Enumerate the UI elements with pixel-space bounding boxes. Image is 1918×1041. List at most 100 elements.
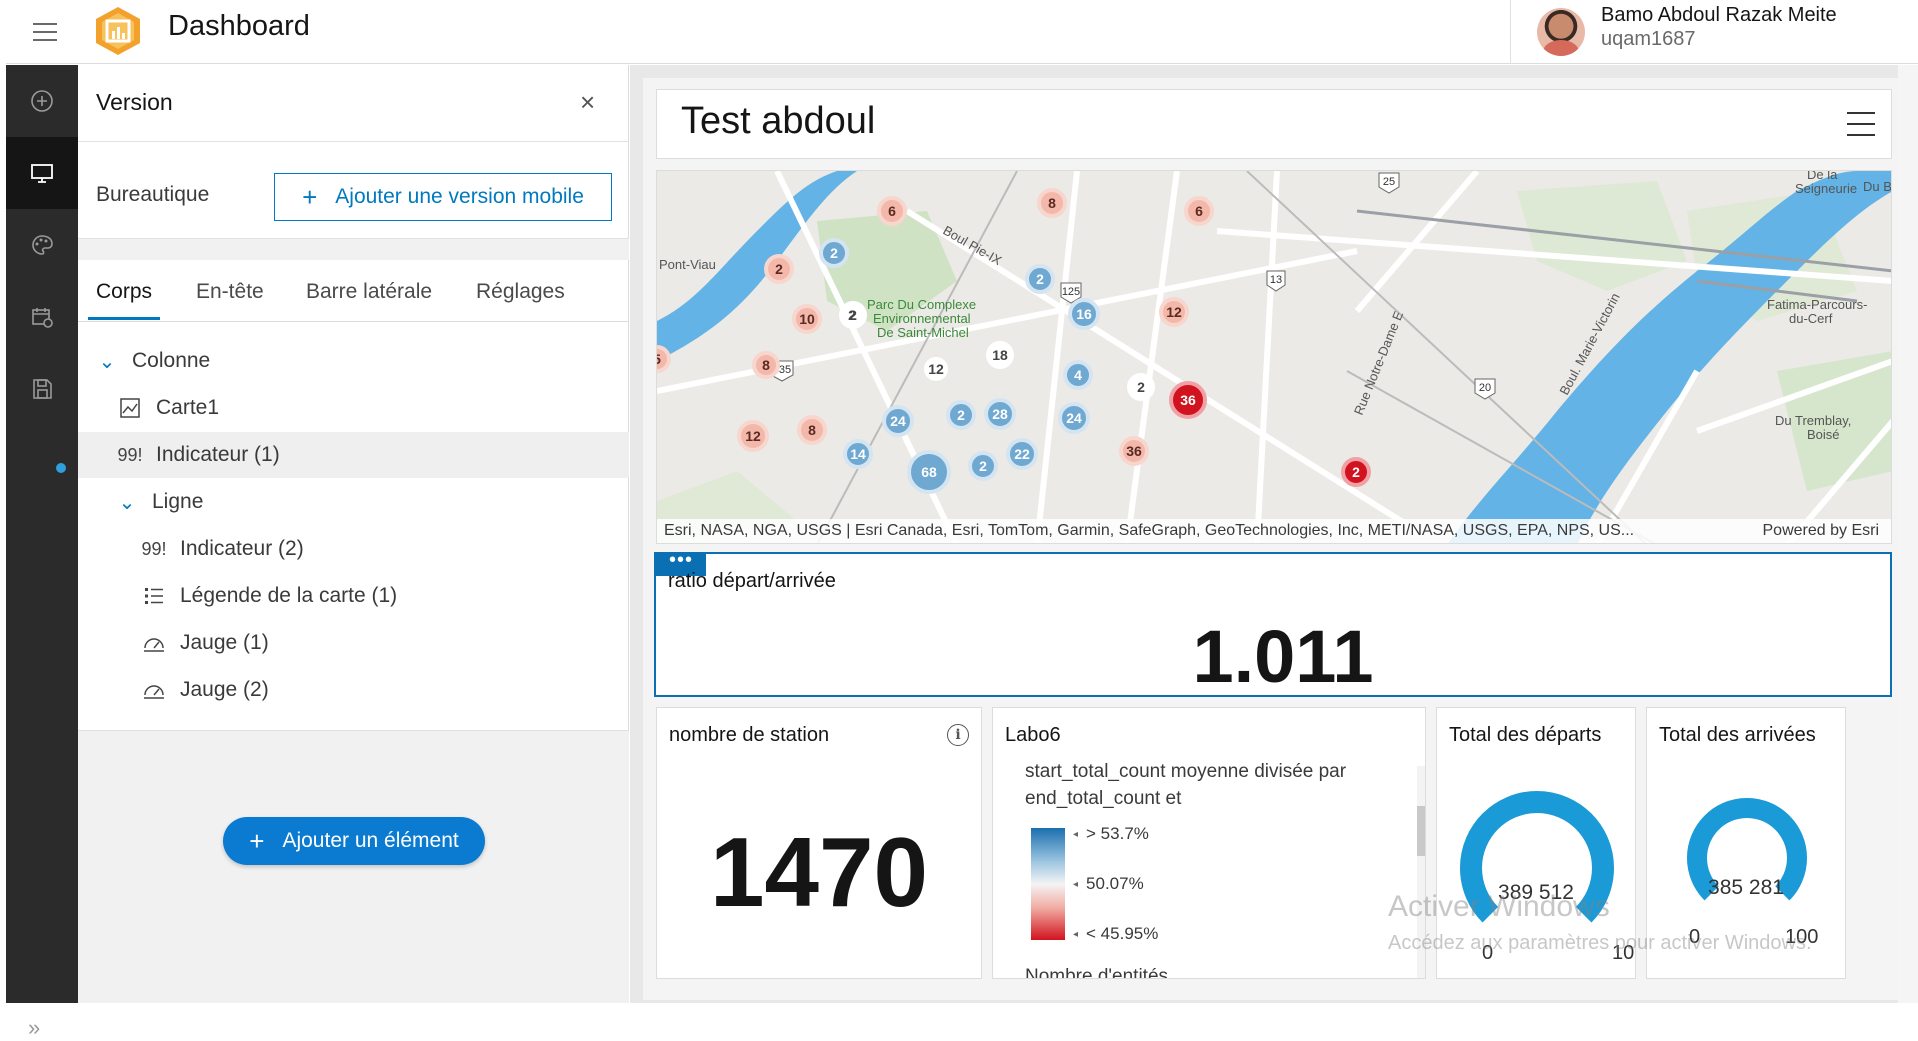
scrollbar[interactable] — [1898, 65, 1918, 1003]
expand-rail-icon[interactable]: » — [28, 1015, 40, 1041]
close-icon[interactable]: × — [580, 87, 595, 118]
map-cluster-count: 28 — [992, 406, 1008, 422]
map-cluster-count: 12 — [745, 428, 761, 444]
map-cluster-count: 22 — [1014, 446, 1030, 462]
add-mobile-version-button[interactable]: + Ajouter une version mobile — [274, 173, 612, 221]
tree-item-jauge-1[interactable]: Jauge (1) — [78, 620, 629, 666]
map-legend-widget[interactable]: Labo6 start_total_count moyenne divisée … — [992, 707, 1426, 979]
map-cluster-count: 6 — [888, 203, 896, 219]
rail-save-button[interactable] — [6, 353, 78, 425]
legend-label-low: < 45.95% — [1073, 924, 1158, 944]
header-menu-icon[interactable] — [1847, 112, 1875, 136]
indicator-value: 1.011 — [1192, 615, 1374, 698]
windows-activation-watermark-detail: Accédez aux paramètres pour activer Wind… — [1388, 932, 1812, 954]
highway-shield: 13 — [1270, 274, 1282, 286]
map-icon — [116, 397, 144, 419]
tree-item-colonne[interactable]: ⌄ Colonne — [78, 338, 629, 384]
map-label: Du Tremblay, — [1775, 413, 1851, 428]
menu-icon[interactable] — [30, 18, 60, 46]
tab-barre-laterale[interactable]: Barre latérale — [306, 280, 432, 304]
map-label: De Saint-Michel — [877, 325, 969, 340]
scrollbar-thumb[interactable] — [1417, 806, 1425, 856]
powered-by-esri[interactable]: Powered by Esri — [1763, 522, 1880, 540]
stations-indicator-widget[interactable]: nombre de station i 1470 — [656, 707, 982, 979]
add-element-button[interactable]: + Ajouter un élément — [223, 817, 485, 865]
gauge-icon — [140, 679, 168, 701]
add-element-label: Ajouter un élément — [282, 829, 459, 852]
dashboard-title: Test abdoul — [681, 100, 876, 142]
map-cluster-count: 18 — [992, 347, 1008, 363]
dashboard-logo-icon — [96, 7, 140, 55]
plus-icon: + — [249, 826, 265, 856]
tree-item-label: Indicateur (1) — [156, 443, 280, 466]
plus-icon: + — [302, 182, 318, 212]
version-panel: Version × Bureautique + Ajouter une vers… — [78, 65, 629, 1003]
highway-shield: 20 — [1479, 382, 1491, 394]
tab-corps[interactable]: Corps — [96, 280, 152, 304]
map-cluster-count: 16 — [1076, 306, 1092, 322]
map-cluster-count: 8 — [762, 357, 770, 373]
map-label: Seigneurie — [1795, 181, 1857, 196]
app-title: Dashboard — [168, 10, 310, 42]
add-circle-icon — [31, 90, 53, 112]
map-cluster-count: 2 — [979, 458, 987, 474]
palette-icon — [32, 235, 53, 255]
legend-color-ramp — [1031, 828, 1065, 940]
indicator-value: 1470 — [709, 817, 928, 927]
rail-add-button[interactable] — [6, 65, 78, 137]
tree-item-carte1[interactable]: Carte1 — [78, 385, 629, 431]
tree-item-label: Jauge (2) — [180, 678, 269, 701]
tree-item-ligne[interactable]: ⌄ Ligne — [78, 479, 629, 525]
panel-title: Version — [96, 89, 173, 115]
left-rail: » — [6, 65, 78, 1040]
map-cluster-count: 12 — [928, 361, 944, 377]
tree-item-label: Colonne — [132, 349, 211, 372]
tree-item-legende[interactable]: Légende de la carte (1) — [78, 573, 629, 619]
save-icon — [33, 379, 52, 399]
indicator-title: nombre de station — [669, 724, 830, 746]
map-cluster-count: 8 — [808, 422, 816, 438]
rail-layout-button[interactable] — [6, 137, 78, 209]
add-mobile-version-label: Ajouter une version mobile — [335, 185, 584, 208]
map-attribution: Esri, NASA, NGA, USGS | Esri Canada, Esr… — [657, 519, 1891, 543]
tree-item-jauge-2[interactable]: Jauge (2) — [78, 667, 629, 713]
indicator-icon: 99! — [117, 444, 143, 465]
tab-reglages[interactable]: Réglages — [476, 280, 565, 304]
map-label: Environnemental — [873, 311, 971, 326]
map-widget[interactable]: Pont-Viau Fatima-Parcours- du-Cerf Du Tr… — [656, 170, 1892, 544]
info-icon[interactable]: i — [947, 724, 969, 746]
tree-item-indicateur-2[interactable]: 99! Indicateur (2) — [78, 526, 629, 572]
rail-settings-button[interactable] — [6, 281, 78, 353]
chevron-down-icon: ⌄ — [98, 350, 116, 373]
tab-en-tete[interactable]: En-tête — [196, 280, 264, 304]
user-menu[interactable]: Bamo Abdoul Razak Meite uqam1687 — [1510, 0, 1918, 64]
map-cluster-count: 2 — [830, 245, 838, 261]
tree-item-label: Légende de la carte (1) — [180, 584, 398, 607]
legend-subtitle: Nombre d'entités — [1025, 966, 1169, 979]
desktop-version-label: Bureautique — [96, 183, 210, 206]
map-cluster-count: 24 — [1066, 410, 1082, 426]
map-cluster-count: 5 — [657, 351, 661, 367]
ratio-indicator-widget[interactable]: ••• ratio départ/arrivée 1.011 — [654, 550, 1892, 698]
divider — [78, 238, 629, 260]
tree-item-label: Indicateur (2) — [180, 537, 304, 560]
map-attribution-text: Esri, NASA, NGA, USGS | Esri Canada, Esr… — [664, 522, 1635, 539]
top-bar: Dashboard Bamo Abdoul Razak Meite uqam16… — [6, 0, 1918, 64]
map-label: Boul Pie-IX — [941, 223, 1005, 269]
rail-theme-button[interactable] — [6, 209, 78, 281]
map-label: Pont-Viau — [659, 257, 716, 272]
dashboard-header[interactable]: Test abdoul — [656, 89, 1892, 159]
unsaved-badge — [56, 463, 66, 473]
tree-item-label: Carte1 — [156, 396, 220, 419]
divider — [78, 141, 629, 142]
map-cluster-count: 2 — [775, 261, 783, 277]
avatar — [1537, 8, 1585, 56]
map-cluster-count: 24 — [890, 413, 906, 429]
map-cluster-count: 2 — [1036, 271, 1044, 287]
map-label: Fatima-Parcours- — [1767, 297, 1867, 312]
highway-shield: 125 — [1062, 286, 1080, 298]
tree-item-indicateur-1[interactable]: 99! Indicateur (1) — [78, 432, 629, 478]
highway-shield: 25 — [1383, 176, 1395, 188]
legend-description: start_total_count moyenne divisée par en… — [1025, 761, 1347, 809]
map-canvas[interactable]: Pont-Viau Fatima-Parcours- du-Cerf Du Tr… — [657, 171, 1892, 544]
